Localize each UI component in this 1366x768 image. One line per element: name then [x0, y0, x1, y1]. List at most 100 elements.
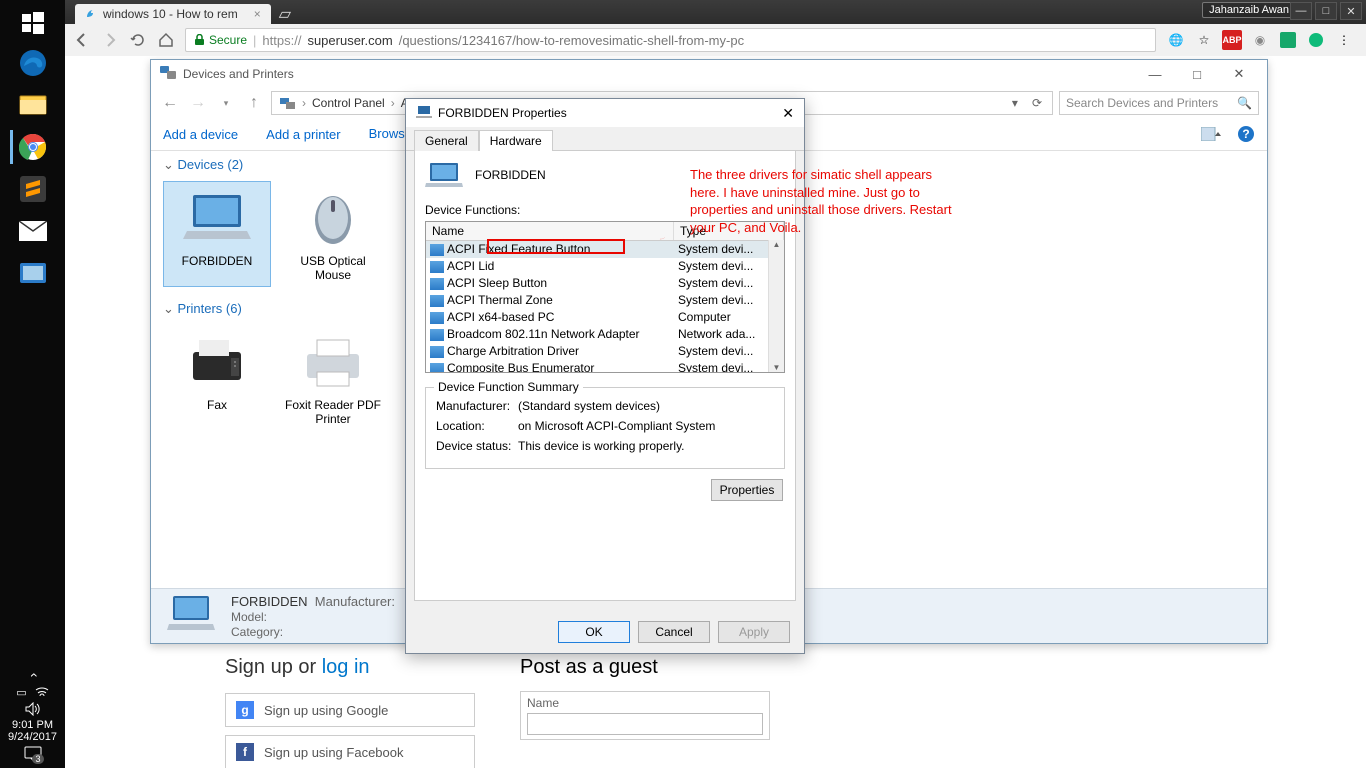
- breadcrumb-item[interactable]: Control Panel: [306, 96, 391, 110]
- ext-icon-2[interactable]: [1278, 30, 1298, 50]
- explorer-forward-button[interactable]: →: [187, 92, 209, 114]
- device-row-type: Network ada...: [678, 326, 780, 343]
- taskbar-explorer-icon[interactable]: [10, 84, 55, 126]
- refresh-icon[interactable]: ⟳: [1026, 96, 1048, 110]
- clock[interactable]: 9:01 PM 9/24/2017: [8, 719, 57, 743]
- forward-button[interactable]: [101, 31, 119, 49]
- device-row-type: Computer: [678, 309, 780, 326]
- facebook-signup-button[interactable]: f Sign up using Facebook: [225, 735, 475, 768]
- abp-icon[interactable]: ABP: [1222, 30, 1242, 50]
- clock-date: 9/24/2017: [8, 731, 57, 743]
- taskbar-mail-icon[interactable]: [10, 210, 55, 252]
- start-button[interactable]: [10, 4, 55, 42]
- apply-button[interactable]: Apply: [718, 621, 790, 643]
- name-input[interactable]: [527, 713, 763, 735]
- new-tab-button[interactable]: ▱: [271, 4, 299, 24]
- system-tray: › ▭ 9:01 PM 9/24/2017 3: [0, 667, 65, 768]
- explorer-up-button[interactable]: ↑: [243, 92, 265, 114]
- dialog-close-button[interactable]: ✕: [754, 105, 794, 122]
- taskbar-edge-icon[interactable]: [10, 42, 55, 84]
- google-icon: g: [236, 701, 254, 719]
- back-button[interactable]: [73, 31, 91, 49]
- reload-button[interactable]: [129, 31, 147, 49]
- device-label: FORBIDDEN: [168, 254, 266, 268]
- action-center-icon[interactable]: 3: [24, 746, 42, 762]
- device-item-forbidden[interactable]: FORBIDDEN: [163, 181, 271, 287]
- close-button[interactable]: ✕: [1340, 2, 1362, 20]
- search-placeholder: Search Devices and Printers: [1066, 96, 1237, 110]
- wifi-icon[interactable]: [35, 686, 49, 699]
- taskbar-sublime-icon[interactable]: [10, 168, 55, 210]
- google-signup-button[interactable]: g Sign up using Google: [225, 693, 475, 727]
- footer-model-label: Model:: [231, 610, 395, 624]
- breadcrumb-root-icon: [274, 96, 302, 110]
- explorer-minimize-button[interactable]: —: [1135, 63, 1175, 85]
- printer-label: Fax: [168, 398, 266, 412]
- guest-section: Post as a guest Name: [520, 656, 770, 740]
- address-bar[interactable]: Secure | https://superuser.com/questions…: [185, 28, 1156, 52]
- home-button[interactable]: [157, 31, 175, 49]
- browser-tab[interactable]: windows 10 - How to rem ×: [75, 4, 271, 24]
- explorer-close-button[interactable]: ✕: [1219, 63, 1259, 85]
- tab-close-icon[interactable]: ×: [254, 7, 261, 21]
- add-device-button[interactable]: Add a device: [163, 127, 238, 142]
- list-scrollbar[interactable]: [768, 240, 784, 372]
- device-row-name: ACPI Sleep Button: [447, 275, 547, 292]
- ok-button[interactable]: OK: [558, 621, 630, 643]
- device-row-icon: [430, 295, 444, 307]
- ext-icon-1[interactable]: ◉: [1250, 30, 1270, 50]
- properties-tabs: General Hardware: [406, 127, 804, 151]
- device-row-type: System devi...: [678, 360, 780, 373]
- maximize-button[interactable]: □: [1315, 2, 1337, 20]
- device-function-row[interactable]: Broadcom 802.11n Network AdapterNetwork …: [426, 326, 784, 343]
- device-function-row[interactable]: ACPI Sleep ButtonSystem devi...: [426, 275, 784, 292]
- help-icon[interactable]: ?: [1237, 125, 1255, 143]
- chrome-tabbar: windows 10 - How to rem × ▱ Jahanzaib Aw…: [65, 0, 1366, 24]
- tab-hardware[interactable]: Hardware: [479, 130, 553, 151]
- device-row-name: ACPI Lid: [447, 258, 494, 275]
- chrome-profile-button[interactable]: Jahanzaib Awan: [1202, 2, 1296, 18]
- printer-item-foxit[interactable]: Foxit Reader PDF Printer: [279, 325, 387, 431]
- printer-item-fax[interactable]: Fax: [163, 325, 271, 431]
- volume-icon[interactable]: [25, 702, 41, 716]
- taskbar-app-icon[interactable]: [10, 252, 55, 294]
- properties-button[interactable]: Properties: [711, 479, 783, 501]
- chrome-menu-icon[interactable]: ⋮: [1334, 30, 1354, 50]
- device-row-name: ACPI Thermal Zone: [447, 292, 553, 309]
- footer-device-name: FORBIDDEN Manufacturer:: [231, 594, 395, 609]
- tab-title: windows 10 - How to rem: [103, 7, 238, 21]
- taskbar-chrome-icon[interactable]: [10, 126, 55, 168]
- name-label: Name: [527, 696, 763, 710]
- device-function-row[interactable]: ACPI Thermal ZoneSystem devi...: [426, 292, 784, 309]
- dialog-title: FORBIDDEN Properties: [438, 106, 567, 120]
- battery-icon[interactable]: ▭: [16, 686, 26, 699]
- minimize-button[interactable]: —: [1290, 2, 1312, 20]
- explorer-recent-button[interactable]: ▾: [215, 92, 237, 114]
- url-path: /questions/1234167/how-to-removesimatic-…: [399, 33, 744, 48]
- star-icon[interactable]: ☆: [1194, 30, 1214, 50]
- device-function-row[interactable]: ACPI LidSystem devi...: [426, 258, 784, 275]
- explorer-titlebar[interactable]: Devices and Printers — □ ✕: [151, 60, 1267, 88]
- properties-titlebar[interactable]: FORBIDDEN Properties ✕: [406, 99, 804, 127]
- device-function-row[interactable]: Charge Arbitration DriverSystem devi...: [426, 343, 784, 360]
- translate-icon[interactable]: 🌐: [1166, 30, 1186, 50]
- cancel-button[interactable]: Cancel: [638, 621, 710, 643]
- device-row-type: System devi...: [678, 241, 780, 258]
- footer-category-label: Category:: [231, 625, 395, 639]
- login-link[interactable]: log in: [322, 656, 370, 678]
- device-function-row[interactable]: ACPI x64-based PCComputer: [426, 309, 784, 326]
- chrome-window-controls: — □ ✕: [1290, 2, 1362, 20]
- add-printer-button[interactable]: Add a printer: [266, 127, 340, 142]
- ext-icon-3[interactable]: [1306, 30, 1326, 50]
- tray-expand-icon[interactable]: ›: [24, 673, 40, 678]
- device-item-mouse[interactable]: USB Optical Mouse: [279, 181, 387, 287]
- explorer-search[interactable]: Search Devices and Printers 🔍: [1059, 91, 1259, 115]
- tab-general[interactable]: General: [414, 130, 479, 151]
- breadcrumb-dropdown-icon[interactable]: ▾: [1006, 96, 1024, 110]
- device-function-row[interactable]: Composite Bus EnumeratorSystem devi...: [426, 360, 784, 373]
- windows-taskbar: › ▭ 9:01 PM 9/24/2017 3: [0, 0, 65, 768]
- explorer-back-button[interactable]: ←: [159, 92, 181, 114]
- url-scheme: https://: [262, 33, 301, 48]
- explorer-maximize-button[interactable]: □: [1177, 63, 1217, 85]
- view-dropdown-icon[interactable]: [1201, 127, 1223, 141]
